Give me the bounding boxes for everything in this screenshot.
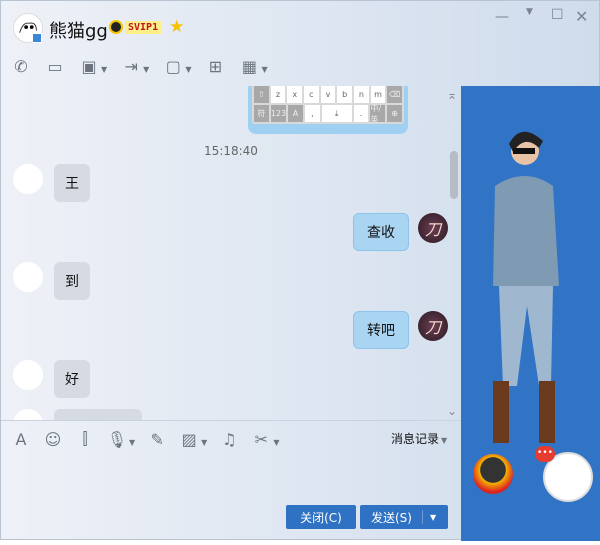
message-bubble-left-partial bbox=[54, 409, 142, 420]
apps-button[interactable]: ▦ ▼ bbox=[239, 56, 268, 76]
show-panel: ••• bbox=[461, 86, 600, 541]
send-label: 发送(S) bbox=[371, 510, 412, 525]
phone-icon[interactable]: ✆ bbox=[11, 56, 31, 76]
image-icon: ▨ bbox=[181, 429, 197, 449]
keyboard-image: ⇧ z x c v b n m ⌫ 符 123 A, ⤓. 中/英 ⊕ bbox=[248, 86, 408, 134]
shake-icon[interactable]: ⫿ bbox=[75, 429, 95, 449]
input-toolbar: A ☺ ⫿ 🎙︎ ▼ ✎ ▨ ▼ ♫ ✂ ▼ bbox=[11, 429, 280, 449]
contact-avatar-small[interactable] bbox=[13, 409, 43, 420]
message-bubble-right: 转吧 bbox=[353, 311, 409, 349]
my-avatar[interactable]: 刀 bbox=[418, 311, 448, 341]
music-icon[interactable]: ♫ bbox=[219, 429, 239, 449]
apps-icon: ▦ bbox=[241, 56, 258, 76]
pen-icon[interactable]: ✎ bbox=[147, 429, 167, 449]
scissors-icon: ✂ bbox=[254, 429, 269, 449]
contact-name[interactable]: 熊猫gg bbox=[49, 17, 108, 43]
message-history-button[interactable]: 消息记录 ▼ bbox=[391, 430, 447, 447]
timestamp: 15:18:40 bbox=[204, 144, 258, 158]
font-icon[interactable]: A bbox=[11, 429, 31, 449]
my-avatar[interactable]: 刀 bbox=[418, 213, 448, 243]
message-input[interactable] bbox=[1, 451, 461, 499]
qq-penguin-icon bbox=[109, 20, 123, 34]
file-transfer-icon: ⇥ bbox=[124, 56, 138, 76]
contact-avatar-small[interactable] bbox=[13, 164, 43, 194]
remote-desktop-button[interactable]: ▢ ▼ bbox=[163, 56, 192, 76]
microphone-icon: 🎙︎ bbox=[106, 429, 128, 449]
scrollbar[interactable] bbox=[450, 151, 458, 199]
file-transfer-button[interactable]: ⇥ ▼ bbox=[121, 56, 149, 76]
contact-avatar-small[interactable] bbox=[13, 360, 43, 390]
vip-label: SVIP1 bbox=[125, 20, 162, 34]
scroll-bottom-icon[interactable]: ⌄ bbox=[447, 404, 457, 418]
voice-button[interactable]: 🎙︎ ▼ bbox=[107, 429, 135, 449]
close-window-button[interactable]: ✕ bbox=[575, 7, 588, 26]
screen-share-icon: ▣ bbox=[81, 56, 97, 76]
maximize-button[interactable]: ☐ bbox=[551, 7, 564, 23]
video-icon[interactable]: ▭ bbox=[45, 56, 65, 76]
device-status-icon bbox=[32, 33, 42, 43]
send-options-caret[interactable]: ▼ bbox=[430, 513, 436, 522]
settings-caret[interactable]: ▼ bbox=[526, 7, 533, 17]
contact-avatar-small[interactable] bbox=[13, 262, 43, 292]
zoom-icon: ⊕ bbox=[387, 105, 403, 122]
divider bbox=[1, 420, 461, 421]
vip-badge[interactable]: SVIP1 ★ bbox=[109, 17, 185, 37]
scroll-top-icon[interactable]: ⌅ bbox=[447, 88, 457, 102]
emoji-icon[interactable]: ☺ bbox=[43, 429, 63, 449]
star-level-icon: ★ bbox=[169, 17, 185, 37]
message-bubble-left: 到 bbox=[54, 262, 90, 300]
message-bubble-left: 王 bbox=[54, 164, 90, 202]
qq-penguin-logo bbox=[473, 454, 513, 494]
chat-window: 熊猫gg SVIP1 ★ — ☐ ✕ ▼ ✆ ▭ ▣ ▼ ⇥ ▼ ▢ ▼ ⊞ ▦ ▼ ⇧… bbox=[0, 0, 600, 541]
screenshot-button[interactable]: ✂ ▼ bbox=[251, 429, 280, 449]
group-chat-icon[interactable]: ⊞ bbox=[205, 56, 225, 76]
message-bubble-right: 查收 bbox=[353, 213, 409, 251]
close-button[interactable]: 关闭(C) bbox=[286, 505, 356, 529]
message-area: ⇧ z x c v b n m ⌫ 符 123 A, ⤓. 中/英 ⊕ ⌅ 15:18:40 王 刀 查收… bbox=[1, 86, 461, 420]
minimize-button[interactable]: — bbox=[495, 9, 509, 25]
remote-desktop-icon: ▢ bbox=[165, 56, 181, 76]
send-button[interactable]: 发送(S) ▼ bbox=[360, 505, 448, 529]
message-bubble-left: 好 bbox=[54, 360, 90, 398]
image-button[interactable]: ▨ ▼ bbox=[179, 429, 208, 449]
top-toolbar: ✆ ▭ ▣ ▼ ⇥ ▼ ▢ ▼ ⊞ ▦ ▼ bbox=[11, 56, 268, 76]
screen-share-button[interactable]: ▣ ▼ bbox=[79, 56, 107, 76]
more-options-icon[interactable]: ••• bbox=[535, 446, 555, 462]
